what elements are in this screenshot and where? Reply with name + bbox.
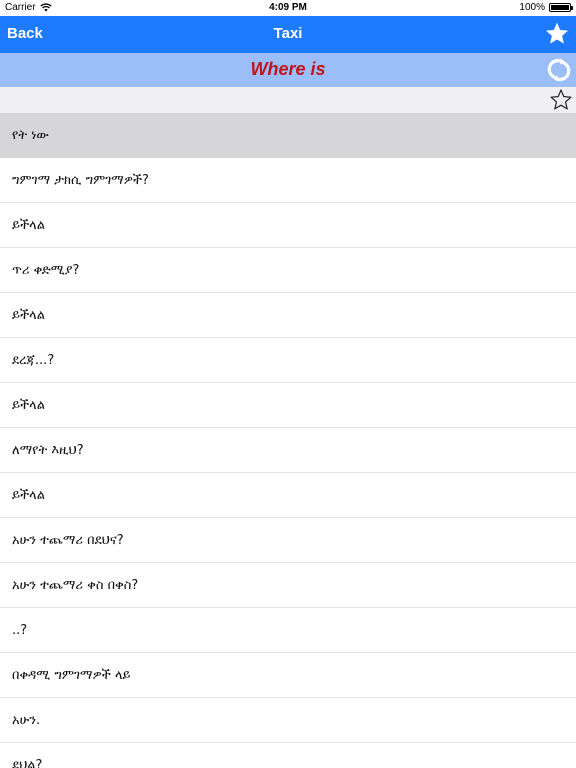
list-header: የት ነው (0, 113, 576, 158)
list-toolbar (0, 87, 576, 113)
back-button[interactable]: Back (7, 25, 43, 42)
status-right: 100% (519, 2, 573, 13)
list-item[interactable]: ደህል? (0, 743, 576, 768)
list-item[interactable]: ለማየት እዚህ? (0, 428, 576, 473)
section-heading: Where is (250, 59, 326, 79)
list-item[interactable]: በቀዳሚ ግምገማዎች ላይ (0, 653, 576, 698)
battery-percent: 100% (519, 2, 545, 13)
list-item[interactable]: አሁን ተጨማሪ በደህና? (0, 518, 576, 563)
list-item[interactable]: ..? (0, 608, 576, 653)
list-item[interactable]: አሁን. (0, 698, 576, 743)
list-item[interactable]: ግምገማ ታክሲ ግምገማዎች? (0, 158, 576, 203)
list-item[interactable]: አሁን ተጨማሪ ቀስ በቀስ? (0, 563, 576, 608)
list-item[interactable]: ይችላል (0, 473, 576, 518)
navigation-bar: Back Taxi (0, 16, 576, 53)
status-bar: Carrier 4:09 PM 100% (0, 0, 576, 16)
list-item[interactable]: ደረጃ...? (0, 338, 576, 383)
list-item[interactable]: ጥሪ ቀድሚያ? (0, 248, 576, 293)
refresh-icon[interactable] (545, 56, 573, 84)
favorites-star-icon[interactable] (544, 21, 570, 47)
section-header: Where is (0, 53, 576, 87)
battery-fill (551, 5, 569, 10)
phrase-list: የት ነው ግምገማ ታክሲ ግምገማዎች? ይችላል ጥሪ ቀድሚያ? ይችላ… (0, 113, 576, 768)
list-item[interactable]: ይችላል (0, 293, 576, 338)
page-title: Taxi (273, 25, 303, 42)
star-outline-icon[interactable] (549, 88, 573, 112)
list-item[interactable]: ይችላል (0, 203, 576, 248)
list-item[interactable]: ይችላል (0, 383, 576, 428)
battery-icon (549, 3, 573, 12)
status-time: 4:09 PM (269, 2, 307, 13)
